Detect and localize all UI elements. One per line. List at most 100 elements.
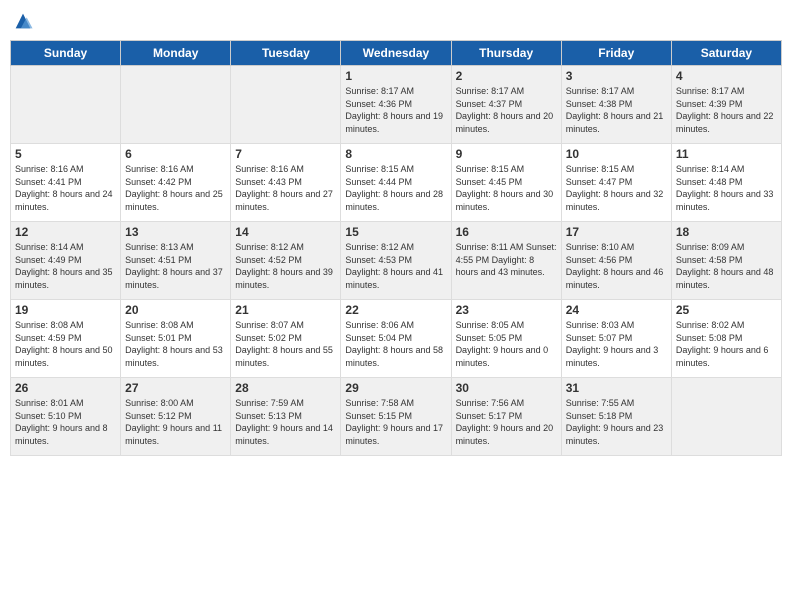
day-number: 28 xyxy=(235,381,336,395)
day-info: Sunrise: 8:02 AM Sunset: 5:08 PM Dayligh… xyxy=(676,319,777,369)
day-cell: 7 Sunrise: 8:16 AM Sunset: 4:43 PM Daylig… xyxy=(231,144,341,222)
day-info: Sunrise: 7:55 AM Sunset: 5:18 PM Dayligh… xyxy=(566,397,667,447)
day-cell: 15 Sunrise: 8:12 AM Sunset: 4:53 PM Dayli… xyxy=(341,222,451,300)
day-info: Sunrise: 8:15 AM Sunset: 4:45 PM Dayligh… xyxy=(456,163,557,213)
day-info: Sunrise: 8:06 AM Sunset: 5:04 PM Dayligh… xyxy=(345,319,446,369)
day-cell: 24Sunrise: 8:03 AM Sunset: 5:07 PM Dayli… xyxy=(561,300,671,378)
week-row-3: 12Sunrise: 8:14 AM Sunset: 4:49 PM Dayli… xyxy=(11,222,782,300)
day-cell: 22 Sunrise: 8:06 AM Sunset: 5:04 PM Dayli… xyxy=(341,300,451,378)
week-row-2: 5 Sunrise: 8:16 AM Sunset: 4:41 PM Daylig… xyxy=(11,144,782,222)
weekday-header-thursday: Thursday xyxy=(451,41,561,66)
day-info: Sunrise: 8:14 AM Sunset: 4:48 PM Dayligh… xyxy=(676,163,777,213)
day-cell: 14Sunrise: 8:12 AM Sunset: 4:52 PM Dayli… xyxy=(231,222,341,300)
day-cell xyxy=(231,66,341,144)
day-info: Sunrise: 8:16 AM Sunset: 4:41 PM Dayligh… xyxy=(15,163,116,213)
day-number: 1 xyxy=(345,69,446,83)
day-number: 23 xyxy=(456,303,557,317)
day-cell: 3 Sunrise: 8:17 AM Sunset: 4:38 PM Daylig… xyxy=(561,66,671,144)
day-info: Sunrise: 8:17 AM Sunset: 4:36 PM Dayligh… xyxy=(345,85,446,135)
day-number: 8 xyxy=(345,147,446,161)
day-info: Sunrise: 8:05 AM Sunset: 5:05 PM Dayligh… xyxy=(456,319,557,369)
day-number: 29 xyxy=(345,381,446,395)
day-cell: 1 Sunrise: 8:17 AM Sunset: 4:36 PM Daylig… xyxy=(341,66,451,144)
day-cell xyxy=(11,66,121,144)
day-info: Sunrise: 8:14 AM Sunset: 4:49 PM Dayligh… xyxy=(15,241,116,291)
day-info: Sunrise: 8:17 AM Sunset: 4:37 PM Dayligh… xyxy=(456,85,557,135)
day-cell: 17Sunrise: 8:10 AM Sunset: 4:56 PM Dayli… xyxy=(561,222,671,300)
day-cell: 30Sunrise: 7:56 AM Sunset: 5:17 PM Dayli… xyxy=(451,378,561,456)
day-info: Sunrise: 8:17 AM Sunset: 4:38 PM Dayligh… xyxy=(566,85,667,135)
day-number: 26 xyxy=(15,381,116,395)
day-info: Sunrise: 8:07 AM Sunset: 5:02 PM Dayligh… xyxy=(235,319,336,369)
day-number: 21 xyxy=(235,303,336,317)
day-number: 30 xyxy=(456,381,557,395)
day-number: 27 xyxy=(125,381,226,395)
weekday-header-monday: Monday xyxy=(121,41,231,66)
day-cell: 13 Sunrise: 8:13 AM Sunset: 4:51 PM Dayli… xyxy=(121,222,231,300)
day-info: Sunrise: 7:58 AM Sunset: 5:15 PM Dayligh… xyxy=(345,397,446,447)
day-cell xyxy=(121,66,231,144)
day-number: 10 xyxy=(566,147,667,161)
day-number: 6 xyxy=(125,147,226,161)
day-number: 13 xyxy=(125,225,226,239)
weekday-header-tuesday: Tuesday xyxy=(231,41,341,66)
week-row-5: 26 Sunrise: 8:01 AM Sunset: 5:10 PM Dayli… xyxy=(11,378,782,456)
day-number: 22 xyxy=(345,303,446,317)
weekday-header-saturday: Saturday xyxy=(671,41,781,66)
day-info: Sunrise: 8:13 AM Sunset: 4:51 PM Dayligh… xyxy=(125,241,226,291)
week-row-1: 1 Sunrise: 8:17 AM Sunset: 4:36 PM Daylig… xyxy=(11,66,782,144)
day-info: Sunrise: 8:16 AM Sunset: 4:43 PM Dayligh… xyxy=(235,163,336,213)
calendar-container: SundayMondayTuesdayWednesdayThursdayFrid… xyxy=(0,0,792,612)
day-number: 16 xyxy=(456,225,557,239)
day-info: Sunrise: 8:09 AM Sunset: 4:58 PM Dayligh… xyxy=(676,241,777,291)
day-info: Sunrise: 8:08 AM Sunset: 5:01 PM Dayligh… xyxy=(125,319,226,369)
header xyxy=(10,10,782,32)
day-info: Sunrise: 8:00 AM Sunset: 5:12 PM Dayligh… xyxy=(125,397,226,447)
day-number: 15 xyxy=(345,225,446,239)
day-info: Sunrise: 8:12 AM Sunset: 4:53 PM Dayligh… xyxy=(345,241,446,291)
day-info: Sunrise: 8:11 AM Sunset: 4:55 PM Dayligh… xyxy=(456,241,557,279)
day-info: Sunrise: 8:08 AM Sunset: 4:59 PM Dayligh… xyxy=(15,319,116,369)
day-info: Sunrise: 8:01 AM Sunset: 5:10 PM Dayligh… xyxy=(15,397,116,447)
day-number: 14 xyxy=(235,225,336,239)
day-cell: 25 Sunrise: 8:02 AM Sunset: 5:08 PM Dayli… xyxy=(671,300,781,378)
week-row-4: 19 Sunrise: 8:08 AM Sunset: 4:59 PM Dayli… xyxy=(11,300,782,378)
day-number: 18 xyxy=(676,225,777,239)
day-number: 3 xyxy=(566,69,667,83)
day-cell: 21 Sunrise: 8:07 AM Sunset: 5:02 PM Dayli… xyxy=(231,300,341,378)
day-cell: 31 Sunrise: 7:55 AM Sunset: 5:18 PM Dayli… xyxy=(561,378,671,456)
weekday-header-wednesday: Wednesday xyxy=(341,41,451,66)
day-cell: 5 Sunrise: 8:16 AM Sunset: 4:41 PM Daylig… xyxy=(11,144,121,222)
calendar-table: SundayMondayTuesdayWednesdayThursdayFrid… xyxy=(10,40,782,456)
logo xyxy=(10,10,34,32)
day-cell: 28 Sunrise: 7:59 AM Sunset: 5:13 PM Dayli… xyxy=(231,378,341,456)
day-info: Sunrise: 8:03 AM Sunset: 5:07 PM Dayligh… xyxy=(566,319,667,369)
day-cell: 19 Sunrise: 8:08 AM Sunset: 4:59 PM Dayli… xyxy=(11,300,121,378)
day-cell: 23 Sunrise: 8:05 AM Sunset: 5:05 PM Dayli… xyxy=(451,300,561,378)
day-number: 7 xyxy=(235,147,336,161)
weekday-header-sunday: Sunday xyxy=(11,41,121,66)
day-cell: 27 Sunrise: 8:00 AM Sunset: 5:12 PM Dayli… xyxy=(121,378,231,456)
weekday-header-row: SundayMondayTuesdayWednesdayThursdayFrid… xyxy=(11,41,782,66)
day-number: 20 xyxy=(125,303,226,317)
day-number: 31 xyxy=(566,381,667,395)
day-cell: 16 Sunrise: 8:11 AM Sunset: 4:55 PM Dayli… xyxy=(451,222,561,300)
day-cell: 6 Sunrise: 8:16 AM Sunset: 4:42 PM Daylig… xyxy=(121,144,231,222)
day-cell: 29 Sunrise: 7:58 AM Sunset: 5:15 PM Dayli… xyxy=(341,378,451,456)
day-number: 9 xyxy=(456,147,557,161)
day-cell: 10Sunrise: 8:15 AM Sunset: 4:47 PM Dayli… xyxy=(561,144,671,222)
day-info: Sunrise: 8:16 AM Sunset: 4:42 PM Dayligh… xyxy=(125,163,226,213)
day-number: 5 xyxy=(15,147,116,161)
day-cell: 4Sunrise: 8:17 AM Sunset: 4:39 PM Daylig… xyxy=(671,66,781,144)
day-cell: 18 Sunrise: 8:09 AM Sunset: 4:58 PM Dayli… xyxy=(671,222,781,300)
day-cell: 20 Sunrise: 8:08 AM Sunset: 5:01 PM Dayli… xyxy=(121,300,231,378)
day-number: 19 xyxy=(15,303,116,317)
day-info: Sunrise: 8:10 AM Sunset: 4:56 PM Dayligh… xyxy=(566,241,667,291)
day-number: 11 xyxy=(676,147,777,161)
day-info: Sunrise: 7:59 AM Sunset: 5:13 PM Dayligh… xyxy=(235,397,336,447)
day-cell: 8Sunrise: 8:15 AM Sunset: 4:44 PM Daylig… xyxy=(341,144,451,222)
logo-icon xyxy=(12,10,34,32)
day-number: 25 xyxy=(676,303,777,317)
day-cell xyxy=(671,378,781,456)
day-cell: 2Sunrise: 8:17 AM Sunset: 4:37 PM Daylig… xyxy=(451,66,561,144)
